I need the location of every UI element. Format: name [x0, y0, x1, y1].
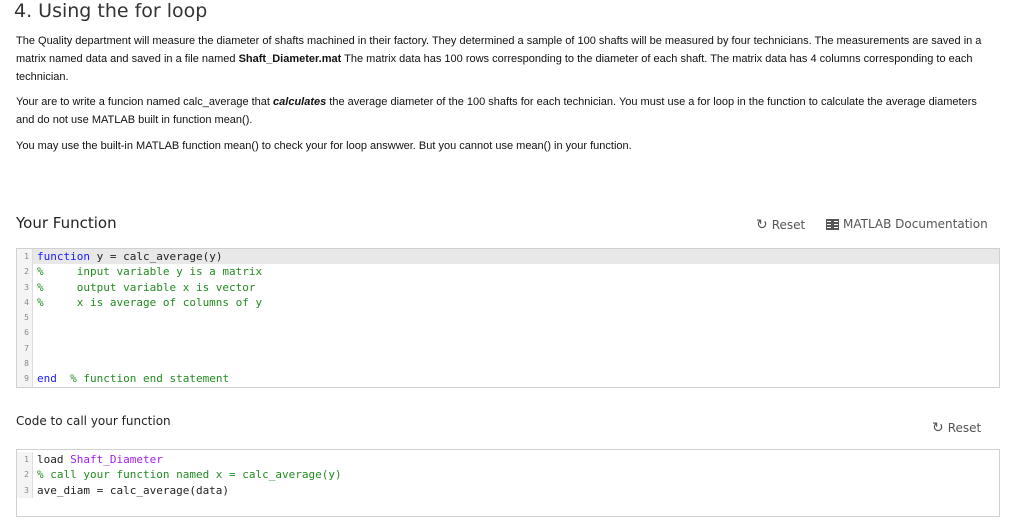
code-text[interactable]: [33, 341, 999, 356]
your-function-heading: Your Function: [16, 214, 117, 232]
reset-call-button[interactable]: ↻ Reset: [932, 420, 981, 436]
function-code-editor[interactable]: 1 function y = calc_average(y) 2% input va…: [16, 248, 1000, 388]
line-number: 9: [17, 371, 33, 387]
code-text[interactable]: % input variable y is a matrix: [33, 264, 999, 279]
code-line[interactable]: 1 load Shaft_Diameter: [17, 452, 999, 468]
file-name: Shaft_Diameter.mat: [238, 53, 342, 65]
code-token: function: [37, 250, 90, 263]
code-token: % call your function named x = calc_aver…: [37, 468, 342, 482]
call-code-editor[interactable]: 1 load Shaft_Diameter 2% call your functio…: [16, 449, 1000, 517]
code-token: ave_diam = calc_average(data): [37, 483, 230, 497]
code-line[interactable]: 7: [17, 340, 999, 357]
task-emphasis: calculates: [273, 96, 327, 108]
code-token: load: [37, 453, 71, 466]
line-number: 6: [17, 325, 33, 341]
code-token: % output variable x is vector: [37, 280, 256, 294]
code-token: % function end statement: [70, 372, 230, 386]
call-function-heading: Code to call your function: [16, 414, 171, 428]
line-number: 2: [17, 467, 33, 483]
code-token: Shaft_Diameter: [70, 453, 163, 466]
code-text[interactable]: function y = calc_average(y): [33, 249, 999, 265]
page-title: 4. Using the for loop: [14, 0, 208, 22]
code-line[interactable]: 1 function y = calc_average(y): [17, 249, 999, 265]
code-line[interactable]: 4 % x is average of columns of y: [17, 294, 999, 311]
line-number: 3: [17, 279, 33, 295]
line-number: 8: [17, 356, 33, 372]
reset-function-button[interactable]: ↻ Reset: [756, 217, 805, 233]
code-token: % input variable y is a matrix: [37, 265, 263, 279]
code-text[interactable]: [33, 356, 999, 371]
matlab-documentation-link[interactable]: MATLAB Documentation: [826, 217, 988, 231]
code-line[interactable]: 2 % input variable y is a matrix: [17, 264, 999, 280]
hint-text: You may use the built-in MATLAB function…: [16, 140, 632, 152]
code-line[interactable]: 2 % call your function named x = calc_ave…: [17, 467, 999, 483]
code-line[interactable]: 3 ave_diam = calc_average(data): [17, 482, 999, 498]
line-number: 2: [17, 264, 33, 280]
line-number: 1: [17, 452, 33, 468]
code-text[interactable]: load Shaft_Diameter: [33, 452, 999, 467]
task-text: Your are to write a funcion named calc_a…: [16, 96, 274, 108]
code-line[interactable]: 8: [17, 356, 999, 372]
code-line[interactable]: 3 % output variable x is vector: [17, 279, 999, 295]
code-text[interactable]: % call your function named x = calc_aver…: [33, 467, 999, 482]
code-token: % x is average of columns of y: [37, 295, 263, 309]
code-token: y = calc_average(y): [89, 250, 223, 263]
problem-description: The Quality department will measure the …: [16, 32, 996, 86]
reset-label: Reset: [947, 421, 982, 435]
code-text[interactable]: % x is average of columns of y: [33, 295, 999, 310]
code-text[interactable]: % output variable x is vector: [33, 280, 999, 295]
line-number: 4: [17, 294, 33, 311]
refresh-icon: ↻: [932, 420, 944, 436]
reset-label: Reset: [771, 218, 806, 232]
line-number: 3: [17, 482, 33, 498]
line-number: 5: [17, 310, 33, 326]
code-line[interactable]: 6: [17, 325, 999, 341]
code-line[interactable]: 9 end % function end statement: [17, 371, 999, 387]
code-text[interactable]: [33, 310, 999, 325]
code-token: end: [37, 372, 57, 386]
task-description: Your are to write a funcion named calc_a…: [16, 93, 996, 129]
book-icon: [826, 218, 839, 230]
code-text[interactable]: end % function end statement: [33, 371, 999, 386]
line-number: 1: [17, 249, 33, 265]
line-number: 7: [17, 340, 33, 357]
refresh-icon: ↻: [756, 217, 768, 233]
code-text[interactable]: ave_diam = calc_average(data): [33, 483, 999, 498]
docs-label: MATLAB Documentation: [843, 217, 988, 231]
code-text[interactable]: [33, 325, 999, 340]
code-line[interactable]: 5: [17, 310, 999, 326]
